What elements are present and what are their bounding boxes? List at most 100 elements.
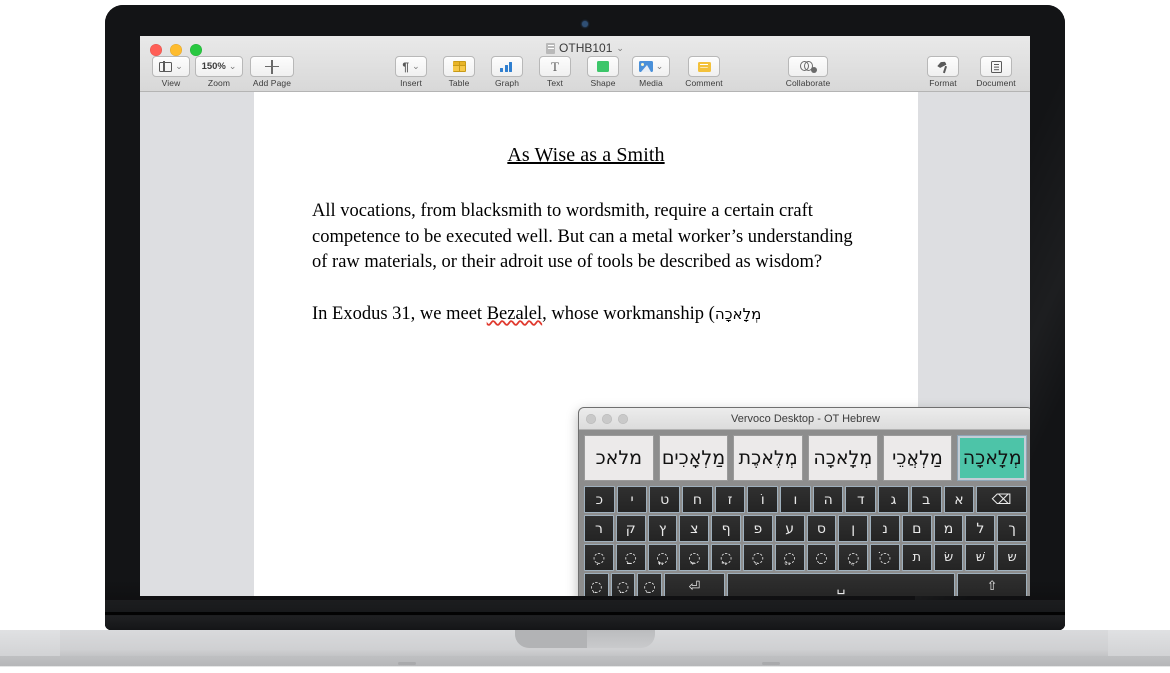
backspace-key[interactable]: ⌫ <box>976 486 1027 513</box>
chevron-down-icon[interactable]: ⌄ <box>412 61 420 72</box>
chevron-down-icon[interactable]: ⌄ <box>656 61 664 72</box>
hebrew-key[interactable]: ם <box>901 515 932 542</box>
niqqud-key[interactable]: ◌ֳ <box>647 544 678 571</box>
hebrew-key[interactable]: ו <box>780 486 811 513</box>
hebrew-key[interactable]: ן <box>838 515 869 542</box>
add-page-button-face[interactable] <box>250 56 294 77</box>
niqqud-key[interactable]: ◌ֹ <box>870 544 900 571</box>
screenshot-root: OTHB101 ⌄ ⌄ View 150% ⌄ Zoom Add Page ¶ … <box>0 0 1170 673</box>
hebrew-key[interactable]: ג <box>878 486 909 513</box>
view-layout-icon <box>159 61 173 72</box>
hebrew-key[interactable]: ל <box>965 515 996 542</box>
hebrew-key[interactable]: ק <box>615 515 646 542</box>
hebrew-key[interactable]: ת <box>901 544 932 571</box>
format-brush-icon <box>936 61 950 73</box>
hebrew-key[interactable]: נ <box>870 515 900 542</box>
ime-close-button[interactable] <box>586 413 596 424</box>
comment-button-face[interactable] <box>688 56 720 77</box>
hebrew-key[interactable]: מ <box>933 515 964 542</box>
toolbar-insert-button[interactable]: ¶ ⌄ Insert <box>388 56 434 88</box>
toolbar-add-page-button[interactable]: Add Page <box>244 56 300 88</box>
toolbar-middle-group: ¶ ⌄ Insert Table Graph T Text Shape ⌄ Me… <box>388 56 732 88</box>
niqqud-key[interactable]: ◌ֲ <box>711 544 741 571</box>
candidate-cell[interactable]: מְלָאכָה <box>807 435 878 481</box>
hebrew-key[interactable]: ח <box>682 486 713 513</box>
toolbar-document-button[interactable]: Document <box>968 56 1024 88</box>
candidate-cell-selected[interactable]: מְלָאכָה <box>957 435 1027 481</box>
candidate-cell[interactable]: מְלֶאכֶת <box>733 435 803 481</box>
candidate-cell[interactable]: מלאכ <box>583 435 654 481</box>
view-button-face[interactable]: ⌄ <box>152 56 190 77</box>
toolbar-collaborate-button[interactable]: Collaborate <box>776 56 840 88</box>
hebrew-key[interactable]: ץ <box>647 515 678 542</box>
hebrew-ime-window[interactable]: Vervoco Desktop - OT Hebrew מְלָאכָה מַל… <box>578 407 1030 596</box>
insert-button-face[interactable]: ¶ ⌄ <box>395 56 427 77</box>
hebrew-key[interactable]: ף <box>711 515 741 542</box>
hebrew-key[interactable]: וֹ <box>747 486 779 513</box>
space-key[interactable]: ␣ <box>726 573 956 596</box>
chevron-down-icon[interactable]: ⌄ <box>229 61 237 72</box>
hebrew-key[interactable]: צ <box>679 515 710 542</box>
hebrew-key[interactable]: ך <box>997 515 1027 542</box>
niqqud-key[interactable]: ◌ֱ <box>774 544 805 571</box>
text-button-face[interactable]: T <box>539 56 571 77</box>
toolbar-graph-button[interactable]: Graph <box>484 56 530 88</box>
collaborate-button-face[interactable] <box>788 56 828 77</box>
ime-minimize-button[interactable] <box>602 413 612 424</box>
niqqud-key[interactable]: ◌ֵ <box>637 573 662 596</box>
laptop-base-bottom <box>0 656 1170 673</box>
candidate-cell[interactable]: מַלְאֲכֵי <box>882 435 953 481</box>
hebrew-key[interactable]: ס <box>806 515 837 542</box>
toolbar-view-button[interactable]: ⌄ View <box>148 56 194 88</box>
hebrew-key[interactable]: ש <box>997 544 1027 571</box>
zoom-button-face[interactable]: 150% ⌄ <box>194 56 244 77</box>
graph-button-face[interactable] <box>491 56 523 77</box>
hebrew-key[interactable]: ב <box>910 486 942 513</box>
keyboard-row-1: ⌫ א ב ג ד ה ו וֹ ז ח ט י כ <box>583 486 1027 513</box>
niqqud-key[interactable]: ◌ַ <box>615 544 646 571</box>
niqqud-key[interactable]: ◌ֶ <box>742 544 773 571</box>
toolbar-media-button[interactable]: ⌄ Media <box>628 56 674 88</box>
webcam-icon <box>582 21 588 27</box>
hebrew-key[interactable]: פ <box>742 515 773 542</box>
niqqud-key[interactable]: ◌ֵ <box>610 573 636 596</box>
toolbar-comment-button[interactable]: Comment <box>676 56 732 88</box>
toolbar-format-button[interactable]: Format <box>920 56 966 88</box>
document-body[interactable]: As Wise as a Smith All vocations, from b… <box>254 92 918 327</box>
ime-window-controls[interactable] <box>586 413 628 424</box>
shift-key[interactable]: ⇧ <box>957 573 1027 596</box>
toolbar-table-button[interactable]: Table <box>436 56 482 88</box>
document-button-face[interactable] <box>980 56 1012 77</box>
hebrew-key[interactable]: י <box>616 486 648 513</box>
toolbar-zoom-button[interactable]: 150% ⌄ Zoom <box>194 56 244 88</box>
format-button-face[interactable] <box>927 56 959 77</box>
niqqud-key[interactable]: ◌ְ <box>584 544 614 571</box>
hebrew-key[interactable]: שׁ <box>965 544 996 571</box>
niqqud-key[interactable]: ◌ָ <box>679 544 710 571</box>
table-button-face[interactable] <box>443 56 475 77</box>
ime-zoom-button[interactable] <box>618 413 628 424</box>
hebrew-key[interactable]: כ <box>583 486 615 513</box>
niqqud-key[interactable]: ◌ִ <box>806 544 837 571</box>
niqqud-key[interactable]: ◌ֻ <box>838 544 869 571</box>
misspelled-word[interactable]: Bezalel <box>487 304 542 324</box>
hebrew-key[interactable]: א <box>943 486 975 513</box>
hebrew-key[interactable]: ה <box>812 486 844 513</box>
document-title-bar[interactable]: OTHB101 ⌄ <box>140 40 1030 56</box>
shape-button-face[interactable] <box>587 56 619 77</box>
toolbar-text-button[interactable]: T Text <box>532 56 578 88</box>
candidate-cell[interactable]: מַלְאָכִים <box>658 435 729 481</box>
chevron-down-icon[interactable]: ⌄ <box>616 43 624 54</box>
chevron-down-icon[interactable]: ⌄ <box>175 61 183 72</box>
niqqud-key[interactable]: ◌ֵ <box>583 573 609 596</box>
hebrew-key[interactable]: ז <box>714 486 746 513</box>
media-button-face[interactable]: ⌄ <box>631 56 671 77</box>
hebrew-key[interactable]: ט <box>649 486 681 513</box>
enter-key[interactable]: ⏎ <box>663 573 725 596</box>
hebrew-key[interactable]: ר <box>584 515 614 542</box>
toolbar-shape-button[interactable]: Shape <box>580 56 626 88</box>
hebrew-key[interactable]: ד <box>845 486 877 513</box>
hebrew-key[interactable]: שׂ <box>933 544 964 571</box>
hebrew-key[interactable]: ע <box>774 515 805 542</box>
ime-titlebar[interactable]: Vervoco Desktop - OT Hebrew <box>579 408 1030 430</box>
